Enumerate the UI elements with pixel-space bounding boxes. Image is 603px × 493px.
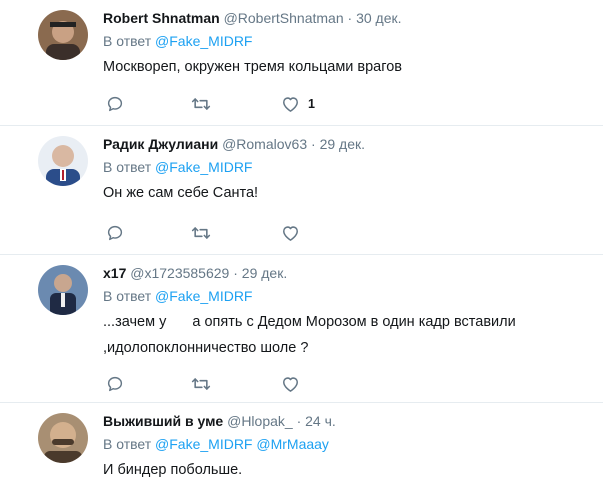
timestamp[interactable]: 29 дек. <box>242 265 287 281</box>
reply-prefix: В ответ <box>103 33 152 49</box>
separator-dot: · <box>233 265 238 281</box>
tweet-header: Robert Shnatman @RobertShnatman · 30 дек… <box>103 9 593 27</box>
tweet-header: x17 @x1723585629 · 29 дек. <box>103 264 593 282</box>
tweet-text-line-1: ...зачем у а опять с Дедом Морозом в один… <box>103 311 593 333</box>
tweet-text-line-2: ,идолопоклонничество шоле ? <box>103 340 309 356</box>
author-name[interactable]: Robert Shnatman <box>103 10 220 26</box>
like-icon <box>283 226 298 241</box>
retweet-icon <box>191 378 211 390</box>
retweet-icon <box>191 98 211 110</box>
avatar[interactable] <box>38 413 88 463</box>
separator-dot: · <box>296 413 302 429</box>
reply-feed: Robert Shnatman @RobertShnatman · 30 дек… <box>0 0 603 493</box>
avatar[interactable] <box>38 136 88 186</box>
tweet-4[interactable]: Выживший в уме @Hlopak_ · 24 ч. В ответ … <box>0 403 603 493</box>
reply-icon <box>107 376 123 392</box>
reply-icon <box>107 225 123 241</box>
reply-context: В ответ @Fake_MIDRF <box>103 158 593 176</box>
retweet-button[interactable] <box>191 222 211 244</box>
mention-link[interactable]: @Fake_MIDRF <box>155 288 252 304</box>
reply-button[interactable] <box>106 222 124 244</box>
timestamp[interactable]: 30 дек. <box>356 10 401 26</box>
like-button[interactable]: 1 <box>281 93 315 115</box>
like-button[interactable] <box>281 222 308 244</box>
separator-dot: · <box>311 136 316 152</box>
tweet-1[interactable]: Robert Shnatman @RobertShnatman · 30 дек… <box>0 0 603 125</box>
retweet-button[interactable] <box>191 93 211 115</box>
reply-button[interactable] <box>106 373 124 395</box>
reply-icon <box>107 96 123 112</box>
tweet-text: И биндер побольше. <box>103 462 243 478</box>
tweet-text: Москвореп, окружен тремя кольцами врагов <box>103 59 402 75</box>
like-icon <box>283 97 298 112</box>
tweet-text: Он же сам себе Санта! <box>103 185 259 201</box>
like-icon <box>283 377 298 392</box>
author-name[interactable]: x17 <box>103 265 126 281</box>
reply-prefix: В ответ <box>103 159 152 175</box>
retweet-button[interactable] <box>191 373 211 395</box>
reply-button[interactable] <box>106 93 124 115</box>
reply-prefix: В ответ <box>103 288 152 304</box>
reply-context: В ответ @Fake_MIDRF @MrMaaay <box>103 435 593 453</box>
tweet-text-part-1: ...зачем у <box>103 314 167 330</box>
like-count: 1 <box>308 97 315 111</box>
like-button[interactable] <box>281 373 308 395</box>
separator-dot: · <box>347 10 353 26</box>
author-handle[interactable]: @x1723585629 <box>130 265 229 281</box>
timestamp[interactable]: 24 ч. <box>305 413 336 429</box>
reply-context: В ответ @Fake_MIDRF <box>103 287 593 305</box>
retweet-icon <box>191 227 211 239</box>
author-name[interactable]: Выживший в уме <box>103 413 223 429</box>
tweet-text-part-2: а опять с Дедом Морозом в один кадр вста… <box>192 314 516 330</box>
tweet-2[interactable]: Радик Джулиани @Romalov63 · 29 дек. В от… <box>0 126 603 253</box>
avatar[interactable] <box>38 10 88 60</box>
author-handle[interactable]: @Romalov63 <box>222 136 307 152</box>
mention-link[interactable]: @MrMaaay <box>256 436 329 452</box>
tweet-3[interactable]: x17 @x1723585629 · 29 дек. В ответ @Fake… <box>0 255 603 402</box>
avatar[interactable] <box>38 265 88 315</box>
tweet-header: Выживший в уме @Hlopak_ · 24 ч. <box>103 412 593 430</box>
reply-context: В ответ @Fake_MIDRF <box>103 32 593 50</box>
reply-prefix: В ответ <box>103 436 152 452</box>
mention-link[interactable]: @Fake_MIDRF <box>155 33 252 49</box>
mention-link[interactable]: @Fake_MIDRF <box>155 159 252 175</box>
author-name[interactable]: Радик Джулиани <box>103 136 218 152</box>
author-handle[interactable]: @RobertShnatman <box>224 10 344 26</box>
tweet-header: Радик Джулиани @Romalov63 · 29 дек. <box>103 135 593 153</box>
author-handle[interactable]: @Hlopak_ <box>227 413 293 429</box>
tweet-text: ...зачем у а опять с Дедом Морозом в один… <box>103 311 593 359</box>
timestamp[interactable]: 29 дек. <box>320 136 365 152</box>
mention-link[interactable]: @Fake_MIDRF <box>155 436 252 452</box>
